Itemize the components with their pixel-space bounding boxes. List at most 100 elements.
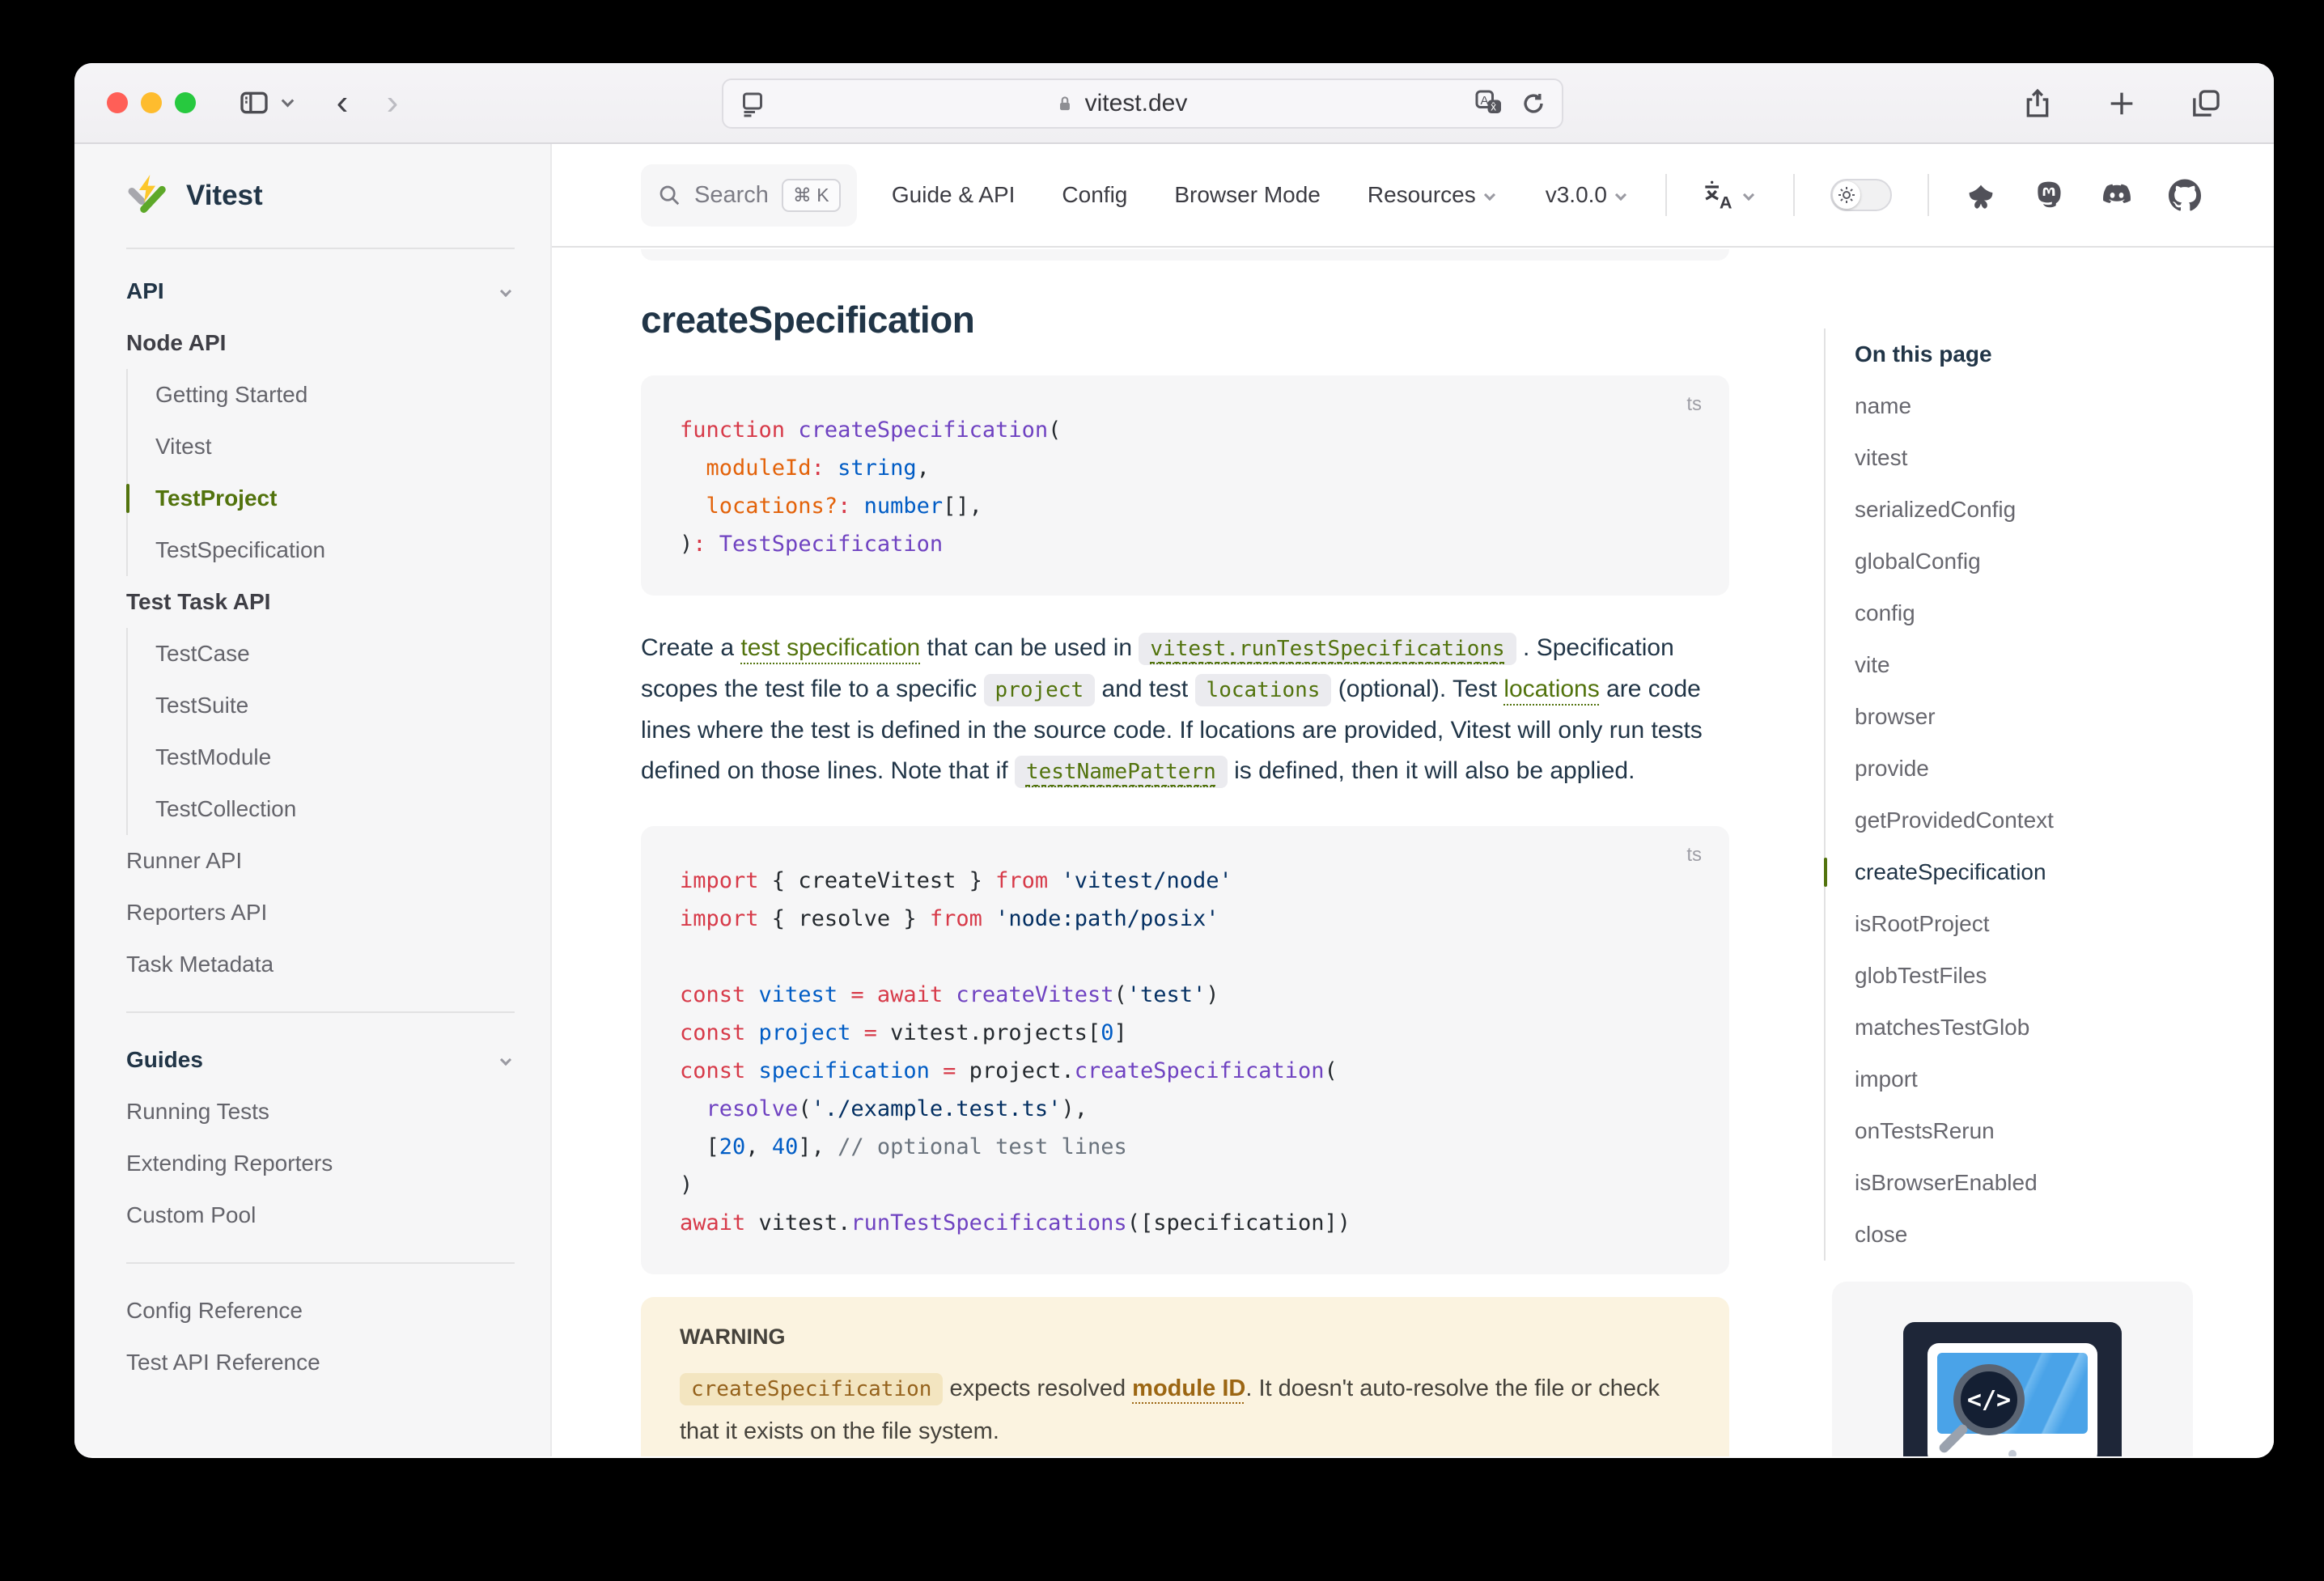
toc-item-name[interactable]: name: [1855, 380, 2193, 432]
toc-item-isbrowserenabled[interactable]: isBrowserEnabled: [1855, 1157, 2193, 1209]
toc-item-label: onTestsRerun: [1855, 1118, 1995, 1144]
screen: ‹ › vitest.dev Ax̂: [0, 0, 2324, 1581]
nav-label: Browser Mode: [1174, 182, 1321, 208]
browser-toolbar: ‹ › vitest.dev Ax̂: [74, 63, 2274, 144]
reader-view-icon[interactable]: [738, 89, 767, 118]
sidebar-item-getting-started[interactable]: Getting Started: [155, 369, 515, 421]
reload-icon[interactable]: [1520, 90, 1547, 117]
nav-item-browser-mode[interactable]: Browser Mode: [1174, 182, 1321, 208]
top-nav: Guide & API Config Browser Mode Resources v3…: [892, 182, 1630, 208]
sidebar-item-label: API: [126, 278, 164, 304]
toc-item-serializedconfig[interactable]: serializedConfig: [1855, 484, 2193, 536]
sidebar-item-test-api-reference[interactable]: Test API Reference: [126, 1337, 515, 1388]
code-line: const vitest = await createVitest('test'…: [680, 976, 1690, 1014]
minimize-window-button[interactable]: [141, 92, 162, 113]
github-icon[interactable]: [2169, 179, 2201, 211]
code-line: ): TestSpecification: [680, 525, 1690, 563]
toc-item-matchestestglob[interactable]: matchesTestGlob: [1855, 1002, 2193, 1053]
code-line: locations?: number[],: [680, 487, 1690, 525]
share-icon[interactable]: [2021, 87, 2054, 120]
inline-code-project: project: [984, 674, 1096, 706]
link-locations[interactable]: locations: [1503, 676, 1599, 702]
toc-item-globalconfig[interactable]: globalConfig: [1855, 536, 2193, 587]
sidebar-item-testspecification[interactable]: TestSpecification: [155, 524, 515, 576]
ad-card[interactable]: </>: [1832, 1282, 2193, 1456]
code-line: const project = vitest.projects[0]: [680, 1014, 1690, 1052]
toc-item-config[interactable]: config: [1855, 587, 2193, 639]
sidebar-item-testcase[interactable]: TestCase: [155, 628, 515, 680]
toc-item-browser[interactable]: browser: [1855, 691, 2193, 743]
nav-item-config[interactable]: Config: [1062, 182, 1127, 208]
sidebar-item-testmodule[interactable]: TestModule: [155, 731, 515, 783]
sidebar-item-config-reference[interactable]: Config Reference: [126, 1285, 515, 1337]
sidebar-item-test-task-api[interactable]: Test Task API: [126, 576, 515, 628]
code-link-testnamepattern[interactable]: testNamePattern: [1015, 757, 1228, 784]
sidebar-item-extending-reporters[interactable]: Extending Reporters: [126, 1138, 515, 1189]
toc-item-label: import: [1855, 1066, 1918, 1092]
sidebar-item-task-metadata[interactable]: Task Metadata: [126, 939, 515, 990]
sidebar-item-vitest[interactable]: Vitest: [155, 421, 515, 473]
toc-item-globtestfiles[interactable]: globTestFiles: [1855, 950, 2193, 1002]
sidebar-menu-chevron-icon[interactable]: [282, 94, 295, 107]
toc-item-label: vite: [1855, 652, 1890, 678]
toc-item-close[interactable]: close: [1855, 1209, 2193, 1261]
link-test-specification[interactable]: test specification: [740, 634, 920, 661]
back-button[interactable]: ‹: [321, 82, 363, 124]
translate-language-icon: A: [1703, 179, 1735, 211]
code-icon: </>: [1967, 1386, 2011, 1414]
inline-code-createspecification: createSpecification: [680, 1373, 943, 1405]
toc-item-createspecification[interactable]: createSpecification: [1855, 846, 2193, 898]
toc-item-vite[interactable]: vite: [1855, 639, 2193, 691]
new-tab-icon[interactable]: [2106, 87, 2138, 120]
sidebar-item-testsuite[interactable]: TestSuite: [155, 680, 515, 731]
doc-scroll-area[interactable]: createSpecification ts function createSp…: [552, 248, 2274, 1456]
toc-item-import[interactable]: import: [1855, 1053, 2193, 1105]
chevron-down-icon: [1615, 189, 1626, 201]
sidebar-item-runner-api[interactable]: Runner API: [126, 835, 515, 887]
tab-overview-icon[interactable]: [2190, 87, 2222, 120]
toc-item-getprovidedcontext[interactable]: getProvidedContext: [1855, 795, 2193, 846]
sidebar-item-api[interactable]: API: [126, 265, 515, 317]
chevron-down-icon: [1743, 189, 1754, 201]
toc-item-vitest[interactable]: vitest: [1855, 432, 2193, 484]
code-link-vitest-runtestspecifications[interactable]: vitest.runTestSpecifications: [1139, 634, 1516, 661]
sidebar-item-guides[interactable]: Guides: [126, 1034, 515, 1086]
zoom-window-button[interactable]: [175, 92, 196, 113]
mastodon-icon[interactable]: [2033, 179, 2065, 211]
forward-button[interactable]: ›: [371, 82, 413, 124]
close-window-button[interactable]: [107, 92, 128, 113]
address-bar[interactable]: vitest.dev Ax̂: [722, 78, 1563, 129]
nav-item-resources[interactable]: Resources: [1368, 182, 1499, 208]
bluesky-icon[interactable]: [1965, 179, 1997, 211]
sidebar-item-running-tests[interactable]: Running Tests: [126, 1086, 515, 1138]
sidebar-item-label: Vitest: [155, 434, 212, 460]
sidebar-toggle-icon[interactable]: [233, 82, 275, 124]
social-links: [1965, 179, 2201, 211]
toc-item-ontestsrerun[interactable]: onTestsRerun: [1855, 1105, 2193, 1157]
search-button[interactable]: Search ⌘ K: [641, 164, 857, 227]
nav-item-guide-api[interactable]: Guide & API: [892, 182, 1016, 208]
sidebar-item-custom-pool[interactable]: Custom Pool: [126, 1189, 515, 1241]
toc-item-label: isBrowserEnabled: [1855, 1170, 2038, 1196]
sidebar-item-label: Custom Pool: [126, 1202, 256, 1228]
code-line: import { resolve } from 'node:path/posix…: [680, 900, 1690, 938]
logo-text: Vitest: [186, 180, 263, 212]
toc-item-provide[interactable]: provide: [1855, 743, 2193, 795]
sidebar-item-testproject[interactable]: TestProject: [155, 473, 515, 524]
sidebar-item-label: Getting Started: [155, 382, 307, 408]
link-module-id[interactable]: module ID: [1132, 1375, 1245, 1401]
discord-icon[interactable]: [2101, 179, 2133, 211]
warning-title: WARNING: [680, 1325, 1690, 1350]
svg-text:A: A: [1481, 94, 1489, 108]
sidebar-item-node-api[interactable]: Node API: [126, 317, 515, 369]
translate-icon[interactable]: Ax̂: [1474, 89, 1503, 118]
theme-toggle[interactable]: [1830, 179, 1892, 211]
language-menu[interactable]: A: [1703, 179, 1758, 211]
sidebar-item-testcollection[interactable]: TestCollection: [155, 783, 515, 835]
vitest-logo[interactable]: Vitest: [126, 144, 515, 248]
sun-icon: [1837, 185, 1856, 205]
code-block-example: ts import { createVitest } from 'vitest/…: [641, 826, 1729, 1274]
sidebar-item-reporters-api[interactable]: Reporters API: [126, 887, 515, 939]
nav-item-v3-0-0[interactable]: v3.0.0: [1546, 182, 1630, 208]
toc-item-isrootproject[interactable]: isRootProject: [1855, 898, 2193, 950]
